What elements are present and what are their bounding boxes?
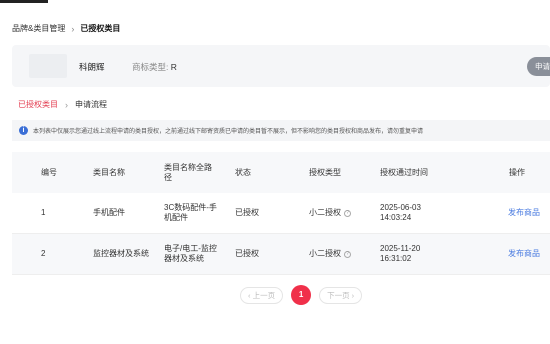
brand-logo — [29, 54, 67, 78]
auth-type-label: 小二授权 — [309, 208, 341, 217]
next-page-button[interactable]: 下一页 › — [319, 286, 363, 304]
table-row: 2 监控器材及系统 电子/电工-监控器材及系统 已授权 小二授权 ? 2025-… — [12, 234, 550, 275]
row-time: 2025-06-03 14:03:24 — [380, 203, 421, 222]
row-name: 监控器材及系统 — [93, 249, 149, 258]
publish-product-link[interactable]: 发布商品 — [508, 249, 540, 259]
header-action: 操作 — [509, 167, 525, 177]
brand-type: 商标类型: R — [132, 61, 177, 73]
header-auth-type: 授权类型 — [309, 167, 341, 177]
authorized-categories-table: 编号 类目名称 类目名称全路径 状态 授权类型 授权通过时间 操作 1 手机配件… — [12, 152, 550, 275]
row-path: 3C数码配件-手机配件 — [164, 203, 217, 222]
apply-new-button[interactable]: 申请新 — [527, 57, 550, 76]
question-icon[interactable]: ? — [344, 209, 351, 217]
question-icon[interactable]: ? — [344, 250, 351, 258]
page-number-current[interactable]: 1 — [291, 285, 312, 305]
breadcrumb-separator: › — [71, 23, 75, 34]
brand-card: 科朗辉 商标类型: R 申请新 — [12, 45, 550, 87]
table-row: 1 手机配件 3C数码配件-手机配件 已授权 小二授权 ? 2025-06-03… — [12, 193, 550, 234]
tab-separator: › — [65, 99, 68, 110]
info-icon: i — [19, 126, 28, 135]
header-path: 类目名称全路径 — [164, 162, 212, 182]
tab-authorized-categories[interactable]: 已授权类目 — [18, 99, 58, 110]
breadcrumb-parent[interactable]: 品牌&类目管理 — [12, 23, 65, 34]
tab-apply-process[interactable]: 申请流程 — [75, 99, 107, 110]
brand-type-label: 商标类型: — [132, 62, 169, 72]
row-status: 已授权 — [235, 208, 259, 217]
table-header: 编号 类目名称 类目名称全路径 状态 授权类型 授权通过时间 操作 — [12, 152, 550, 193]
breadcrumb: 品牌&类目管理 › 已授权类目 — [12, 23, 120, 34]
row-no: 2 — [41, 249, 46, 258]
row-no: 1 — [41, 208, 46, 217]
notice-text: 本列表中仅展示您通过线上流程申请的类目授权，之前通过线下邮寄资质已申请的类目暂不… — [33, 129, 424, 135]
pagination: ‹ 上一页 1 下一页 › — [240, 285, 363, 305]
auth-type-label: 小二授权 — [309, 249, 341, 258]
header-time: 授权通过时间 — [380, 167, 428, 177]
brand-type-value: R — [170, 62, 177, 72]
brand-name: 科朗辉 — [79, 62, 105, 72]
header-status: 状态 — [235, 167, 251, 177]
publish-product-link[interactable]: 发布商品 — [508, 208, 540, 218]
prev-page-button[interactable]: ‹ 上一页 — [240, 286, 284, 304]
breadcrumb-current: 已授权类目 — [80, 24, 121, 33]
row-name: 手机配件 — [93, 208, 125, 217]
row-status: 已授权 — [235, 249, 259, 258]
header-no: 编号 — [41, 167, 57, 177]
tabs: 已授权类目 › 申请流程 — [18, 99, 107, 110]
row-path: 电子/电工-监控器材及系统 — [164, 244, 217, 263]
top-accent-bar — [0, 0, 48, 3]
notice-banner: i 本列表中仅展示您通过线上流程申请的类目授权，之前通过线下邮寄资质已申请的类目… — [12, 120, 550, 141]
header-name: 类目名称 — [93, 167, 125, 177]
row-time: 2025-11-20 16:31:02 — [380, 244, 421, 263]
row-auth-type: 小二授权 ? — [309, 249, 351, 259]
row-auth-type: 小二授权 ? — [309, 208, 351, 218]
